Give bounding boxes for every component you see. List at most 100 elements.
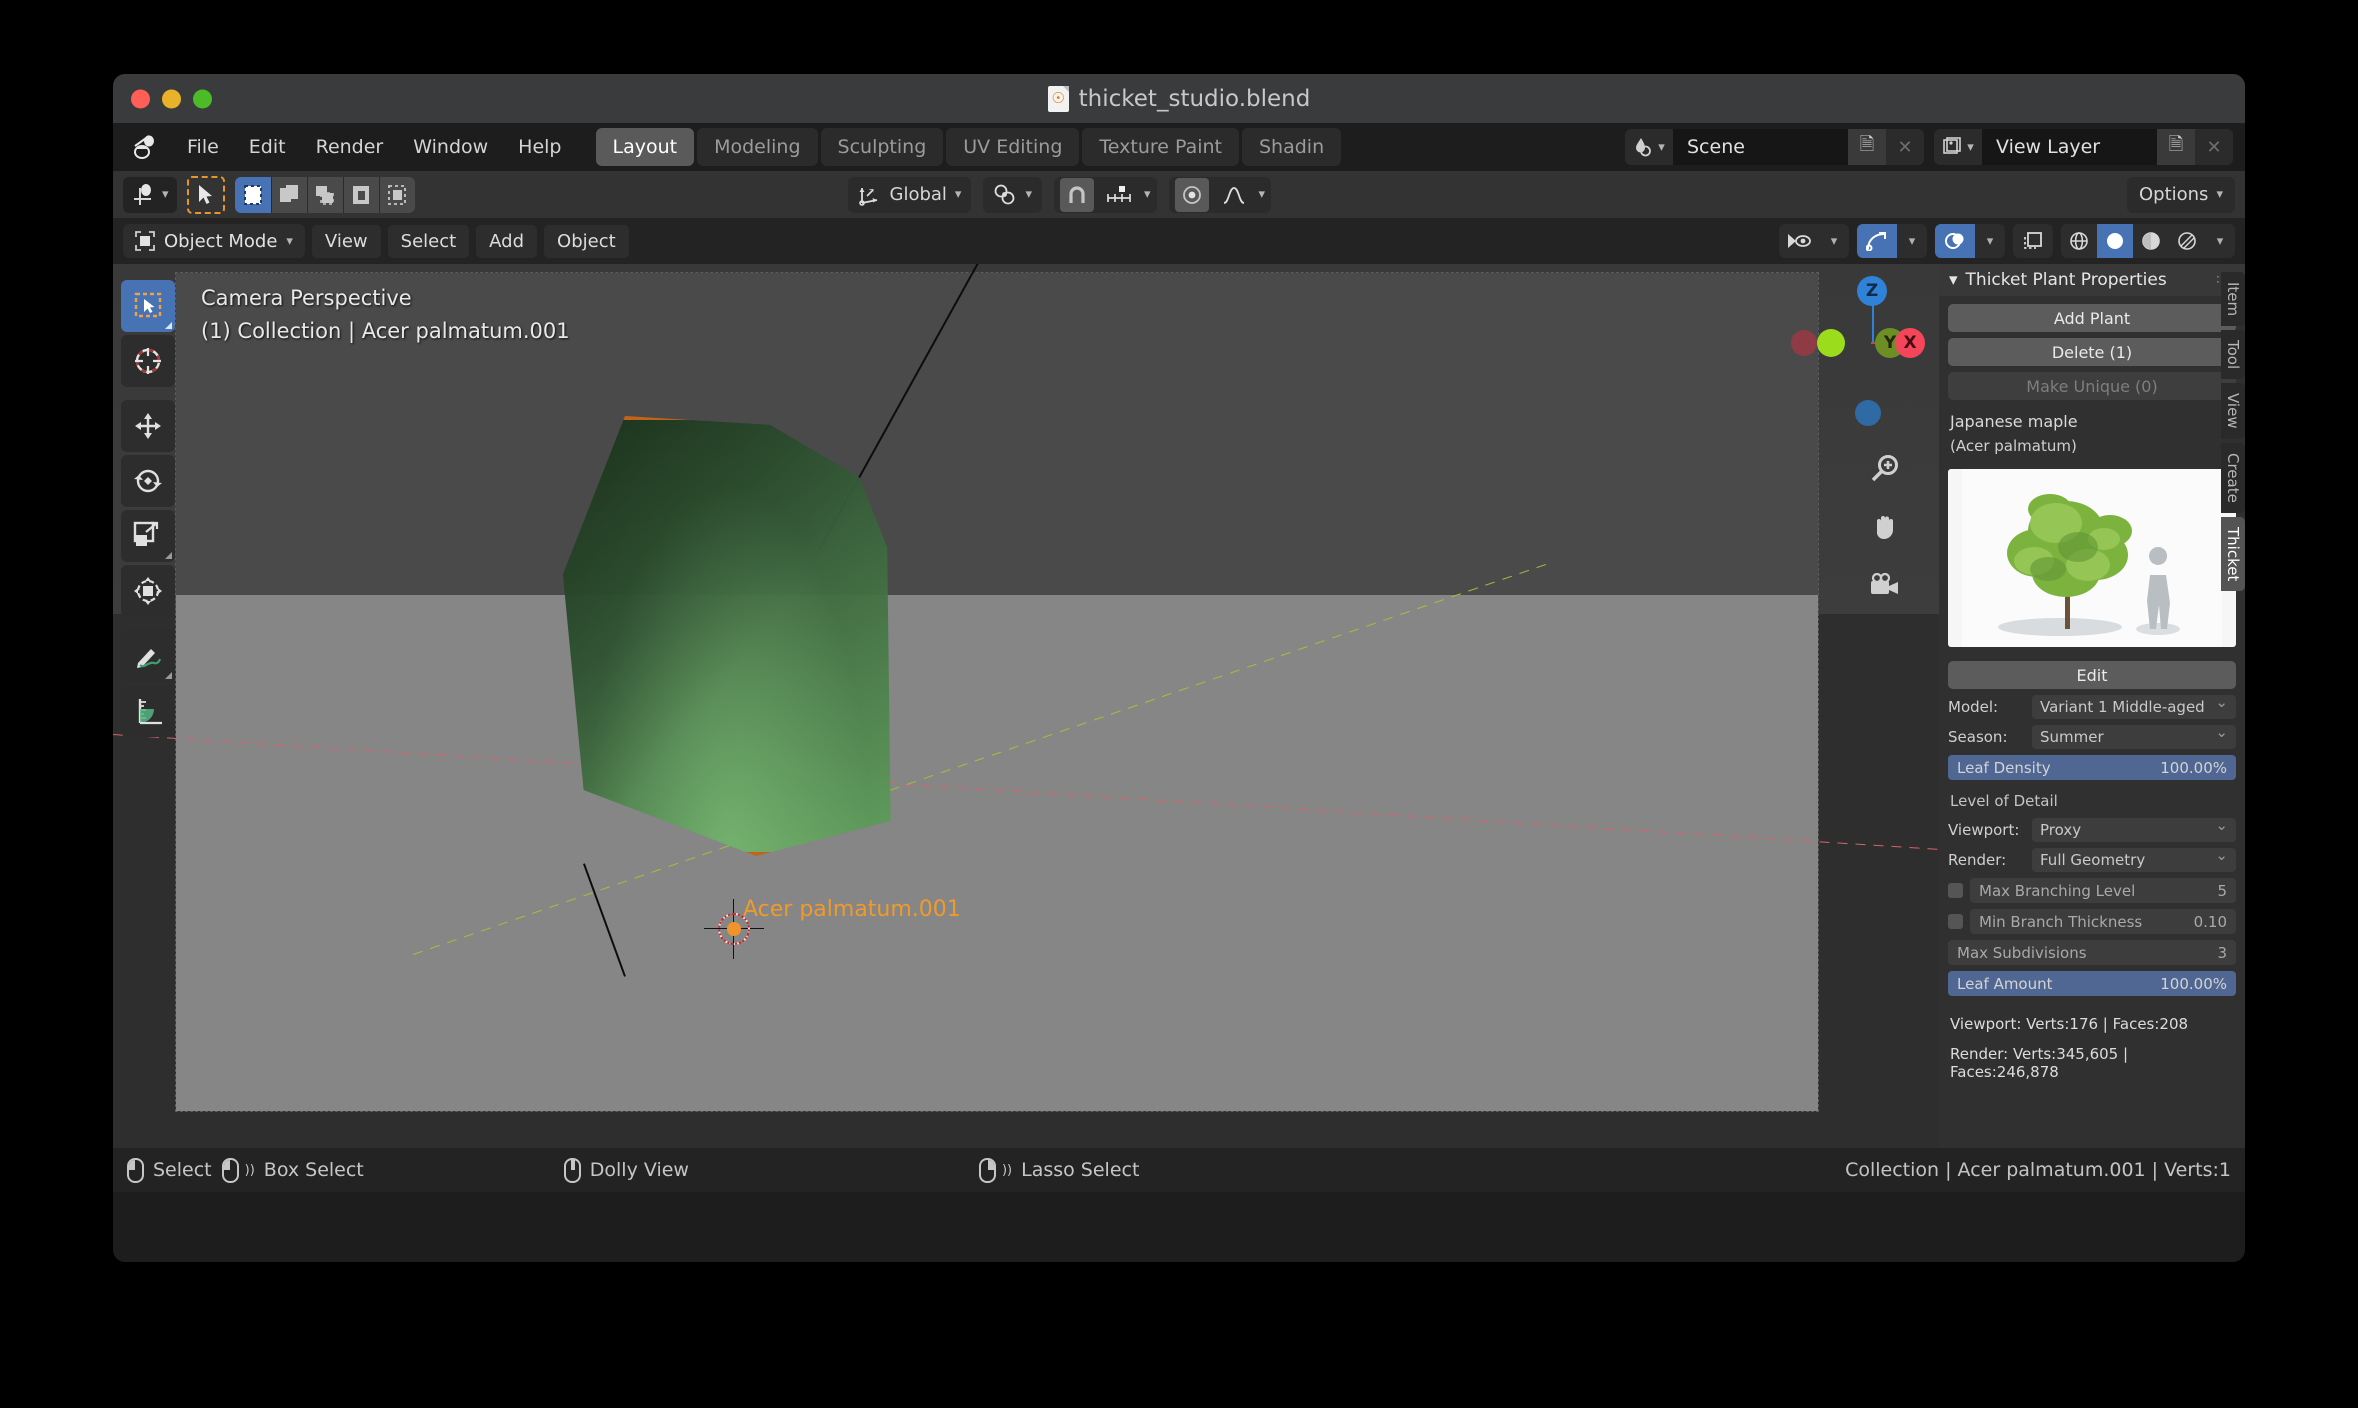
- viewport-menu-add[interactable]: Add: [476, 224, 538, 258]
- xray-icon[interactable]: [2013, 224, 2053, 258]
- gizmo-neg-x-ball[interactable]: [1791, 330, 1817, 356]
- select-mode-invert[interactable]: [342, 176, 379, 213]
- viewport-menu-select[interactable]: Select: [387, 224, 470, 258]
- gizmo-icon[interactable]: [1857, 224, 1897, 258]
- viewport-menu-view[interactable]: View: [311, 224, 381, 258]
- menu-render[interactable]: Render: [302, 130, 398, 164]
- pivot-point-dropdown[interactable]: ▾: [983, 176, 1042, 213]
- window-controls[interactable]: [131, 89, 212, 108]
- season-dropdown[interactable]: Summer: [2032, 723, 2236, 749]
- min-thickness-field[interactable]: Min Branch Thickness 0.10: [1970, 909, 2236, 934]
- sidebar-tab-thicket[interactable]: Thicket: [2221, 516, 2245, 592]
- sidebar-tab-view[interactable]: View: [2221, 383, 2245, 439]
- active-tool-cursor-highlight[interactable]: [186, 175, 225, 214]
- workspace-tab-uv-editing[interactable]: UV Editing: [946, 128, 1080, 166]
- menu-window[interactable]: Window: [399, 130, 502, 164]
- camera-icon[interactable]: [1865, 565, 1905, 605]
- panel-header-thicket[interactable]: ▾ Thicket Plant Properties ∷∷: [1939, 264, 2245, 296]
- maximize-button[interactable]: [193, 89, 212, 108]
- tool-measure[interactable]: [121, 685, 175, 737]
- leaf-amount-slider[interactable]: Leaf Amount 100.00%: [1948, 971, 2236, 996]
- magnet-icon[interactable]: [1059, 177, 1094, 212]
- viewport-menu-object[interactable]: Object: [544, 224, 629, 258]
- max-branching-checkbox[interactable]: [1948, 883, 1963, 898]
- tool-rotate[interactable]: [121, 455, 175, 507]
- sidebar-tab-item[interactable]: Item: [2221, 272, 2245, 327]
- sidebar-tab-create[interactable]: Create: [2221, 442, 2245, 513]
- lod-viewport-dropdown[interactable]: Proxy: [2032, 816, 2236, 842]
- falloff-curve-icon[interactable]: [1217, 178, 1251, 212]
- tool-tweak[interactable]: [121, 280, 175, 332]
- interaction-mode-dropdown[interactable]: Object Mode ▾: [123, 224, 305, 258]
- delete-plant-button[interactable]: Delete (1): [1948, 338, 2236, 366]
- workspace-tab-sculpting[interactable]: Sculpting: [820, 128, 944, 166]
- proportional-editing-group[interactable]: ▾: [1168, 176, 1272, 213]
- proportional-edit-icon[interactable]: [1174, 177, 1209, 212]
- max-branching-field[interactable]: Max Branching Level 5: [1970, 878, 2236, 903]
- editor-type-selector[interactable]: ▾: [123, 176, 177, 213]
- workspace-tab-shading[interactable]: Shadin: [1242, 128, 1342, 166]
- select-mode-intersect[interactable]: [378, 176, 415, 213]
- tool-annotate[interactable]: [121, 630, 175, 682]
- workspace-tab-modeling[interactable]: Modeling: [697, 128, 818, 166]
- close-button[interactable]: [131, 89, 150, 108]
- zoom-icon[interactable]: [1865, 449, 1905, 489]
- gizmo-z-axis[interactable]: Z: [1857, 276, 1887, 306]
- leaf-density-slider[interactable]: Leaf Density 100.00%: [1948, 755, 2236, 780]
- workspace-tab-texture-paint[interactable]: Texture Paint: [1082, 128, 1239, 166]
- hand-icon[interactable]: [1865, 507, 1905, 547]
- sidebar-tab-tool[interactable]: Tool: [2221, 330, 2245, 380]
- scene-name[interactable]: Scene: [1673, 129, 1848, 165]
- unlink-view-layer-button[interactable]: ✕: [2195, 129, 2233, 165]
- max-subdivisions-field[interactable]: Max Subdivisions 3: [1948, 940, 2236, 965]
- select-mode-subtract[interactable]: [306, 176, 343, 213]
- tool-scale[interactable]: [121, 510, 175, 562]
- snapping-group[interactable]: ▾: [1053, 176, 1157, 213]
- unlink-scene-button[interactable]: ✕: [1886, 129, 1924, 165]
- tool-cursor[interactable]: [121, 335, 175, 387]
- edit-plant-button[interactable]: Edit: [1948, 661, 2236, 689]
- min-thickness-checkbox[interactable]: [1948, 914, 1963, 929]
- visibility-dropdown-chevron-down-icon[interactable]: ▾: [1819, 224, 1849, 258]
- 3d-viewport[interactable]: Acer palmatum.001 Camera Perspective (1)…: [113, 264, 1939, 1148]
- lod-render-dropdown[interactable]: Full Geometry: [2032, 846, 2236, 872]
- select-mode-set[interactable]: [234, 176, 271, 213]
- scene-selector[interactable]: ▾ Scene 🗎 ✕: [1625, 129, 1924, 165]
- show-hide-icon[interactable]: [1779, 224, 1819, 258]
- panel-collapse-triangle-icon[interactable]: ▾: [1949, 270, 1958, 290]
- add-plant-button[interactable]: Add Plant: [1948, 304, 2236, 332]
- snap-target-icon[interactable]: [1102, 178, 1136, 212]
- gizmo-x-axis[interactable]: X: [1895, 328, 1925, 358]
- model-dropdown[interactable]: Variant 1 Middle-aged: [2032, 693, 2236, 719]
- shading-dropdown-chevron-down-icon[interactable]: ▾: [2205, 224, 2235, 258]
- overlays-dropdown-chevron-down-icon[interactable]: ▾: [1975, 224, 2005, 258]
- minimize-button[interactable]: [162, 89, 181, 108]
- select-mode-extend[interactable]: [270, 176, 307, 213]
- shading-wireframe-icon[interactable]: [2061, 224, 2097, 258]
- new-view-layer-button[interactable]: 🗎: [2157, 129, 2195, 165]
- tool-transform[interactable]: [121, 565, 175, 617]
- menu-file[interactable]: File: [173, 130, 233, 164]
- shading-solid-icon[interactable]: [2097, 224, 2133, 258]
- workspace-tab-layout[interactable]: Layout: [595, 128, 695, 166]
- overlays-icon[interactable]: [1935, 224, 1975, 258]
- scene-icon[interactable]: ▾: [1625, 129, 1673, 165]
- menu-edit[interactable]: Edit: [235, 130, 300, 164]
- gizmo-neg-y-ball[interactable]: [1817, 329, 1845, 357]
- menu-help[interactable]: Help: [504, 130, 575, 164]
- view-layer-selector[interactable]: ▾ View Layer 🗎 ✕: [1934, 129, 2233, 165]
- view-layer-icon[interactable]: ▾: [1934, 129, 1982, 165]
- blender-logo-icon[interactable]: [131, 130, 165, 164]
- tool-move[interactable]: [121, 400, 175, 452]
- shading-rendered-icon[interactable]: [2169, 224, 2205, 258]
- make-unique-button[interactable]: Make Unique (0): [1948, 372, 2236, 400]
- options-dropdown[interactable]: Options ▾: [2126, 176, 2235, 213]
- view-layer-name[interactable]: View Layer: [1982, 129, 2157, 165]
- gizmo-neg-z-ball[interactable]: [1855, 400, 1881, 426]
- new-scene-button[interactable]: 🗎: [1848, 129, 1886, 165]
- plant-proxy-mesh[interactable]: [562, 416, 891, 856]
- gizmo-dropdown-chevron-down-icon[interactable]: ▾: [1897, 224, 1927, 258]
- transform-orientation-dropdown[interactable]: Global ▾: [847, 176, 972, 213]
- plant-thumbnail[interactable]: [1948, 469, 2236, 647]
- navigation-gizmo[interactable]: Z Y X: [1791, 276, 1925, 426]
